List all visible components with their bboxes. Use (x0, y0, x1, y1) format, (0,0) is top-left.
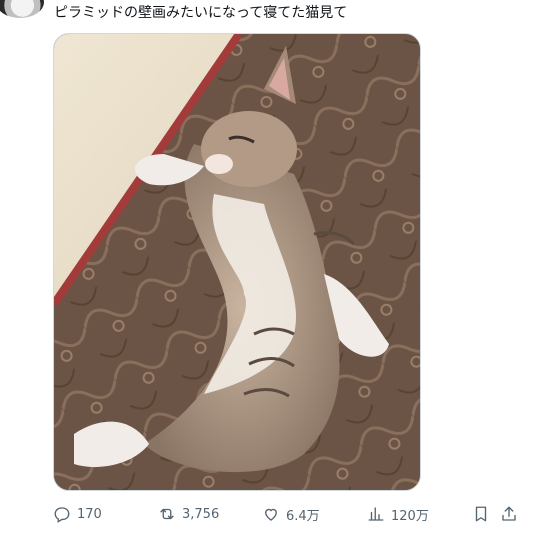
post-text: ピラミッドの壁画みたいになって寝てた猫見て (54, 5, 348, 21)
like-icon (265, 508, 277, 521)
views-button[interactable]: 120万 (367, 501, 429, 527)
cat-photo-illustration (54, 34, 420, 490)
share-button[interactable] (500, 505, 518, 527)
bookmark-button[interactable] (472, 505, 490, 527)
views-icon (368, 507, 384, 521)
repost-icon (160, 508, 174, 520)
post-photo[interactable] (53, 33, 421, 491)
bookmark-icon (475, 506, 487, 522)
reply-button[interactable]: 170 (53, 501, 102, 527)
like-button[interactable]: 6.4万 (262, 501, 320, 527)
views-count: 120万 (391, 508, 429, 524)
like-count: 6.4万 (286, 508, 320, 524)
repost-count: 3,756 (182, 506, 220, 522)
reply-icon (54, 507, 70, 523)
reply-count: 170 (77, 506, 102, 522)
avatar[interactable] (0, 0, 44, 18)
share-icon (502, 506, 516, 521)
post-actions: 170 3,756 6.4万 120万 (0, 501, 535, 527)
repost-button[interactable]: 3,756 (158, 501, 219, 527)
